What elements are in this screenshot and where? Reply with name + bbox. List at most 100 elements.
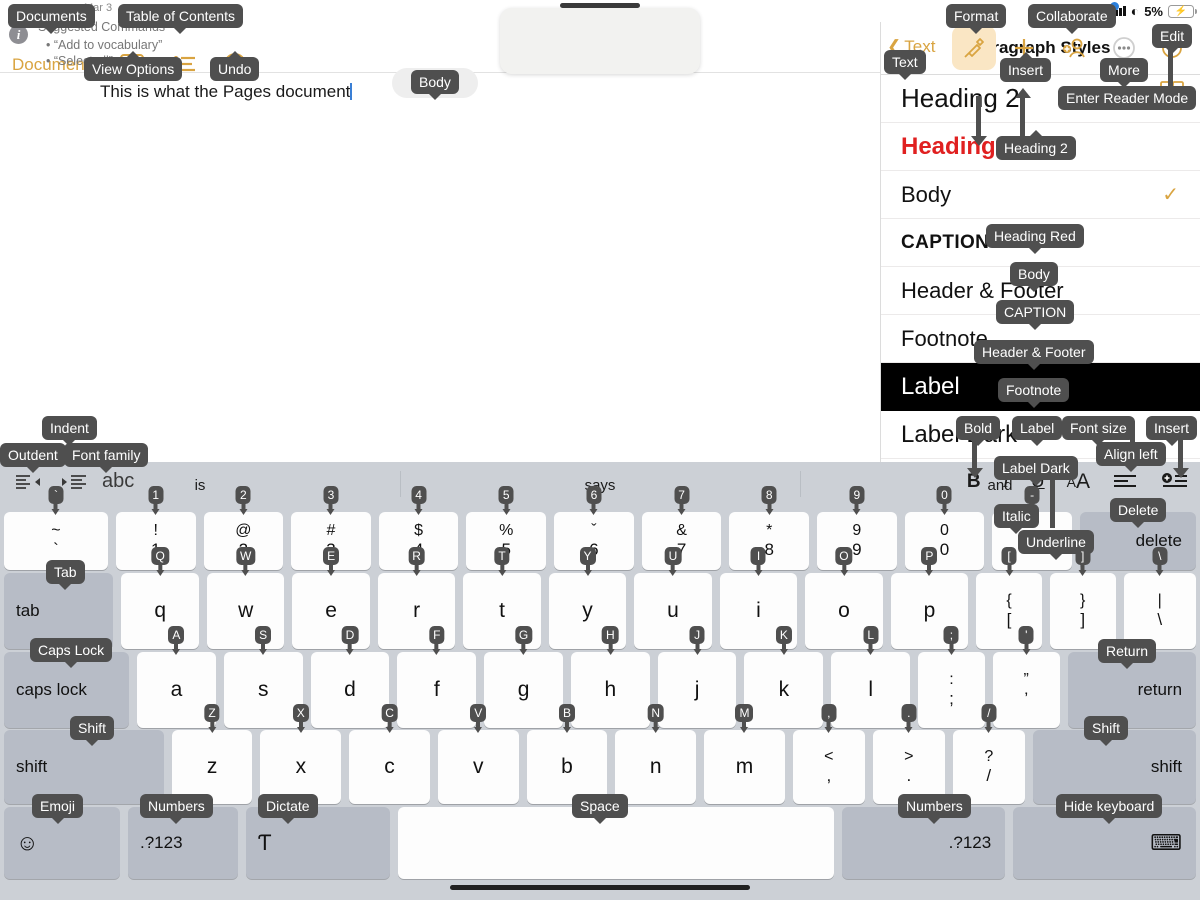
key-label: shift [16, 757, 48, 776]
key-j[interactable]: jJ [657, 626, 737, 728]
key-period[interactable]: >.. [872, 704, 945, 804]
key-7[interactable]: & 7 7 [641, 486, 722, 570]
key-backslash[interactable]: | \ \ [1123, 547, 1196, 649]
key-base-char: n [649, 755, 662, 778]
key-base-char: [ [1006, 610, 1012, 630]
key-base-char: d [344, 678, 356, 701]
key-shift-char: % [499, 522, 514, 540]
align-left-icon[interactable] [1112, 473, 1138, 491]
key-base-char: r [413, 599, 421, 622]
tooltip-indent: Indent [42, 416, 97, 446]
key-slash[interactable]: ? / / [952, 704, 1025, 804]
drag-handle[interactable] [560, 3, 640, 8]
key-f[interactable]: fF [397, 626, 477, 728]
key-hint-badge: 6 [586, 486, 602, 515]
key-l[interactable]: lL [831, 626, 911, 728]
key-hint-badge: ] [1075, 547, 1091, 576]
tooltip-table-of-contents: Table of Contents [118, 4, 243, 34]
key-hint-badge: S [255, 626, 272, 655]
key-dual-label: <, [824, 748, 833, 786]
key-base-char: 0 [939, 540, 950, 560]
key-base-char: p [923, 599, 936, 622]
key-hint-badge: Y [579, 547, 596, 576]
key-hint-badge: H [601, 626, 619, 655]
key-hint-badge: F [429, 626, 445, 655]
key-base-char: / [986, 766, 992, 786]
key-g[interactable]: gG [484, 626, 563, 728]
key-n[interactable]: nN [615, 704, 697, 804]
tooltip-dictate: Dictate [258, 794, 318, 824]
tooltip-text: Text [884, 50, 926, 80]
key-q[interactable]: qQ [121, 547, 199, 649]
key-dual-label: :; [949, 671, 954, 709]
key-shift-left[interactable]: shift [4, 730, 164, 804]
key-hint-badge: I [750, 547, 766, 576]
key-label: .?123 [948, 833, 992, 852]
tooltip-more: More [1100, 58, 1148, 88]
key-0[interactable]: 000 [904, 486, 985, 570]
key-hint-badge: P [921, 547, 938, 576]
key-hint-badge: M [735, 704, 754, 733]
key-shift-right[interactable]: shift [1032, 730, 1196, 804]
key-quote[interactable]: ”’ ' [992, 626, 1060, 728]
suggested-command-item: • “Add to vocabulary” [46, 38, 163, 52]
key-shift-char: ~ [51, 522, 61, 540]
tooltip-label-dark: Label Dark [994, 456, 1078, 486]
font-family-label[interactable]: abc [102, 470, 134, 493]
key-k[interactable]: kK [744, 626, 824, 728]
key-base-char: j [694, 678, 700, 701]
document-body-text[interactable]: This is what the Pages document [100, 82, 353, 102]
key-9[interactable]: 999 [817, 486, 897, 570]
key-h[interactable]: hH [570, 626, 650, 728]
key-w[interactable]: wW [206, 547, 285, 649]
key-v[interactable]: vV [437, 704, 519, 804]
key-b[interactable]: bB [526, 704, 608, 804]
key-x[interactable]: xX [260, 704, 342, 804]
key-bracket-right[interactable]: }]] [1049, 547, 1116, 649]
outdent-icon[interactable] [14, 473, 44, 491]
key-hint-badge: X [292, 704, 309, 733]
key-base-char: \ [1157, 610, 1163, 630]
style-row[interactable]: Body ✓ [881, 171, 1200, 219]
key-shift-char: & [676, 522, 687, 540]
key-base-char: y [582, 599, 593, 622]
document-text-value: This is what the Pages document [100, 82, 351, 101]
key-d[interactable]: dD [310, 626, 390, 728]
key-base-char: x [295, 755, 307, 778]
home-indicator [450, 885, 750, 890]
key-hint-badge: Z [204, 704, 220, 733]
tooltip-heading-2: Heading 2 [996, 130, 1076, 160]
tooltip-font-family: Font family [64, 443, 149, 473]
wifi-icon: ◐ [1130, 3, 1140, 19]
key-z[interactable]: zZ [171, 704, 253, 804]
key-label: shift [1150, 757, 1182, 776]
key-c[interactable]: cC [349, 704, 430, 804]
tooltip-tab: Tab [46, 560, 85, 590]
key-comma[interactable]: <,, [792, 704, 865, 804]
key-s[interactable]: sS [223, 626, 303, 728]
key-hint-badge: 4 [411, 486, 427, 515]
tooltip-bold: Bold [956, 416, 1001, 446]
key-base-char: e [325, 599, 337, 622]
key-base-char: c [384, 755, 395, 778]
battery-charging-icon: ⚡ [1168, 4, 1197, 18]
key-base-char: m [735, 755, 754, 778]
key-hint-badge: [ [1001, 547, 1017, 576]
key-semicolon[interactable]: :;; [918, 626, 985, 728]
key-shift-char: > [904, 748, 914, 766]
style-label: Heading 2 [901, 83, 1020, 113]
key-hint-badge: U [664, 547, 682, 576]
tooltip-emoji: Emoji [32, 794, 84, 824]
tooltip-heading-red: Heading Red [986, 224, 1084, 254]
key-hint-badge: G [514, 626, 533, 655]
key-hint-badge: 2 [235, 486, 251, 515]
style-label: Body [901, 181, 952, 207]
key-m[interactable]: mM [704, 704, 785, 804]
key-8[interactable]: * 8 8 [729, 486, 810, 570]
tooltip-numbers-right: Numbers [898, 794, 971, 824]
suggested-commands-card [500, 8, 700, 74]
key-base-char: v [473, 755, 484, 778]
tooltip-caption: CAPTION [996, 300, 1075, 330]
key-hint-badge: 9 [849, 486, 865, 515]
key-shift-char: } [1080, 592, 1086, 610]
